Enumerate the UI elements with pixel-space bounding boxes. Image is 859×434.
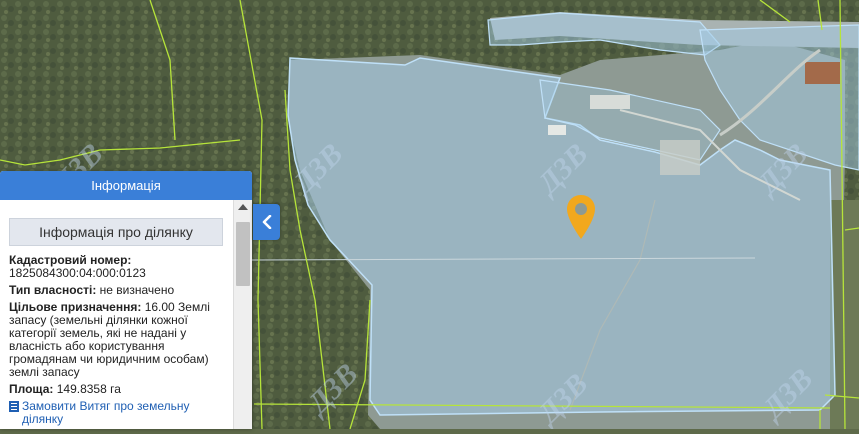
arrow-up-icon[interactable] — [238, 204, 248, 210]
panel-scrollbar[interactable] — [233, 200, 252, 429]
map-pin-icon[interactable] — [565, 193, 597, 241]
field-value: не визначено — [99, 283, 175, 297]
field-area: Площа: 149.8358 га — [9, 383, 223, 396]
section-title: Інформація про ділянку — [9, 218, 223, 246]
panel-body: Інформація про ділянку Кадастровий номер… — [0, 200, 252, 429]
info-panel: Інформація Інформація про ділянку Кадаст… — [0, 171, 252, 429]
panel-header: Інформація — [0, 171, 252, 200]
document-icon — [9, 401, 19, 412]
field-value: 1825084300:04:000:0123 — [9, 266, 146, 280]
field-cadastral-number: Кадастровий номер: 1825084300:04:000:012… — [9, 254, 223, 280]
order-extract-label: Замовити Витяг про земельну ділянку — [22, 399, 190, 426]
field-purpose: Цільове призначення: 16.00 Землі запасу … — [9, 301, 223, 379]
collapse-panel-button[interactable] — [253, 204, 280, 240]
field-label: Площа: — [9, 382, 54, 396]
field-value: 149.8358 га — [56, 382, 121, 396]
chevron-left-icon — [262, 215, 271, 229]
parcel-info: Інформація про ділянку Кадастровий номер… — [9, 218, 223, 426]
field-ownership-type: Тип власності: не визначено — [9, 284, 223, 297]
field-label: Цільове призначення: — [9, 300, 142, 314]
order-extract-link[interactable]: Замовити Витяг про земельну ділянку — [9, 400, 223, 426]
scroll-thumb[interactable] — [236, 222, 250, 286]
field-label: Тип власності: — [9, 283, 97, 297]
